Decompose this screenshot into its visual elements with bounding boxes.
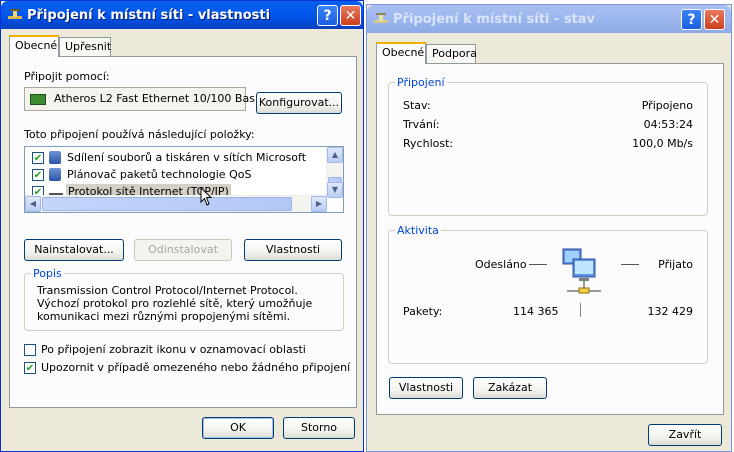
description-group-label: Popis [31, 267, 64, 280]
duration-value: 04:53:24 [643, 118, 693, 131]
notify-checkbox[interactable] [24, 362, 36, 374]
tab-advanced[interactable]: Upřesnit [59, 37, 111, 57]
qos-icon [49, 168, 61, 181]
packets-received-value: 132 429 [647, 305, 694, 318]
notify-option[interactable]: Upozornit v případě omezeného nebo žádné… [24, 361, 354, 375]
show-icon-label: Po připojení zobrazit ikonu v oznamovací… [41, 343, 306, 356]
status-value: Připojeno [641, 99, 693, 112]
sent-line [529, 264, 547, 265]
description-group: Popis Transmission Control Protocol/Inte… [24, 267, 344, 331]
scroll-down-icon[interactable]: ▼ [327, 182, 343, 198]
network-activity-icon [553, 243, 613, 299]
show-icon-option[interactable]: Po připojení zobrazit ikonu v oznamovací… [24, 343, 344, 357]
close-icon[interactable]: ✕ [340, 5, 361, 26]
properties-title: Připojení k místní síti - vlastnosti [27, 7, 271, 23]
close-button[interactable]: Zavřít [648, 424, 722, 446]
mouse-cursor-icon [200, 187, 213, 206]
list-item[interactable]: Plánovač paketů technologie QoS [25, 167, 325, 183]
activity-group-label: Aktivita [395, 224, 441, 237]
help-button[interactable]: ? [317, 5, 338, 26]
packets-label: Pakety: [403, 305, 443, 318]
description-text: Transmission Control Protocol/Internet P… [37, 284, 313, 323]
close-icon[interactable]: ✕ [704, 9, 725, 30]
status-tab-panel: Připojení Stav: Připojeno Trvání: 04:53:… [376, 63, 724, 415]
status-titlebar[interactable]: Připojení k místní síti - stav [367, 5, 731, 33]
sent-label: Odesláno [475, 258, 527, 271]
adapter-box: Atheros L2 Fast Ethernet 10/100 Bas [24, 87, 255, 111]
status-title: Připojení k místní síti - stav [393, 11, 596, 27]
adapter-name: Atheros L2 Fast Ethernet 10/100 Bas [54, 92, 255, 105]
tab-general[interactable]: Obecné [376, 42, 426, 64]
install-button[interactable]: Nainstalovat... [24, 239, 124, 261]
help-button[interactable]: ? [681, 9, 702, 30]
activity-divider [580, 303, 581, 317]
component-checkbox[interactable] [32, 169, 44, 181]
uninstall-button[interactable]: Odinstalovat [134, 239, 232, 261]
show-icon-checkbox[interactable] [24, 344, 36, 356]
duration-label: Trvání: [403, 118, 440, 131]
received-line [621, 264, 639, 265]
horizontal-scrollbar[interactable]: ◀ ▶ [25, 195, 327, 212]
scroll-left-icon[interactable]: ◀ [25, 196, 41, 212]
network-adapter-icon [30, 94, 46, 105]
component-checkbox[interactable] [32, 152, 44, 164]
component-label: Sdílení souborů a tiskáren v sítích Micr… [67, 151, 307, 164]
general-tab-panel: Připojit pomocí: Atheros L2 Fast Etherne… [9, 56, 357, 408]
scroll-right-icon[interactable]: ▶ [311, 196, 327, 212]
vertical-scrollbar[interactable]: ▲ ▼ [326, 147, 343, 198]
packets-sent-value: 114 365 [513, 305, 559, 318]
scroll-thumb-horizontal[interactable] [42, 197, 292, 211]
connect-using-label: Připojit pomocí: [24, 70, 110, 83]
ok-button[interactable]: OK [202, 417, 274, 439]
scroll-up-icon[interactable]: ▲ [327, 147, 343, 163]
component-label: Plánovač paketů technologie QoS [67, 168, 252, 181]
speed-label: Rychlost: [403, 137, 454, 150]
cancel-button[interactable]: Storno [283, 417, 355, 439]
tab-support[interactable]: Podpora [426, 44, 477, 64]
components-list[interactable]: Sdílení souborů a tiskáren v sítích Micr… [24, 146, 344, 213]
connection-group: Připojení Stav: Připojeno Trvání: 04:53:… [388, 76, 708, 216]
properties-window: Připojení k místní síti - vlastnosti ? ✕… [0, 0, 364, 452]
status-properties-button[interactable]: Vlastnosti [389, 377, 463, 399]
properties-button[interactable]: Vlastnosti [244, 239, 342, 261]
configure-button[interactable]: Konfigurovat... [256, 92, 342, 114]
properties-titlebar[interactable]: Připojení k místní síti - vlastnosti [1, 1, 363, 29]
status-label: Stav: [403, 99, 431, 112]
received-label: Přijato [658, 258, 693, 271]
network-connection-icon [7, 7, 23, 23]
disable-button[interactable]: Zakázat [473, 377, 547, 399]
speed-value: 100,0 Mb/s [632, 137, 693, 150]
tab-general[interactable]: Obecné [9, 35, 59, 57]
components-label: Toto připojení používá následující polož… [24, 128, 255, 141]
network-connection-icon [373, 11, 389, 27]
list-item[interactable]: Sdílení souborů a tiskáren v sítích Micr… [25, 150, 325, 166]
notify-label: Upozornit v případě omezeného nebo žádné… [41, 361, 351, 374]
status-window: Připojení k místní síti - stav ? ✕ Obecn… [366, 4, 732, 452]
connection-group-label: Připojení [395, 76, 447, 89]
sharing-icon [49, 151, 61, 164]
activity-group: Aktivita Odesláno Přijato Pakety: 114 36… [388, 224, 708, 364]
